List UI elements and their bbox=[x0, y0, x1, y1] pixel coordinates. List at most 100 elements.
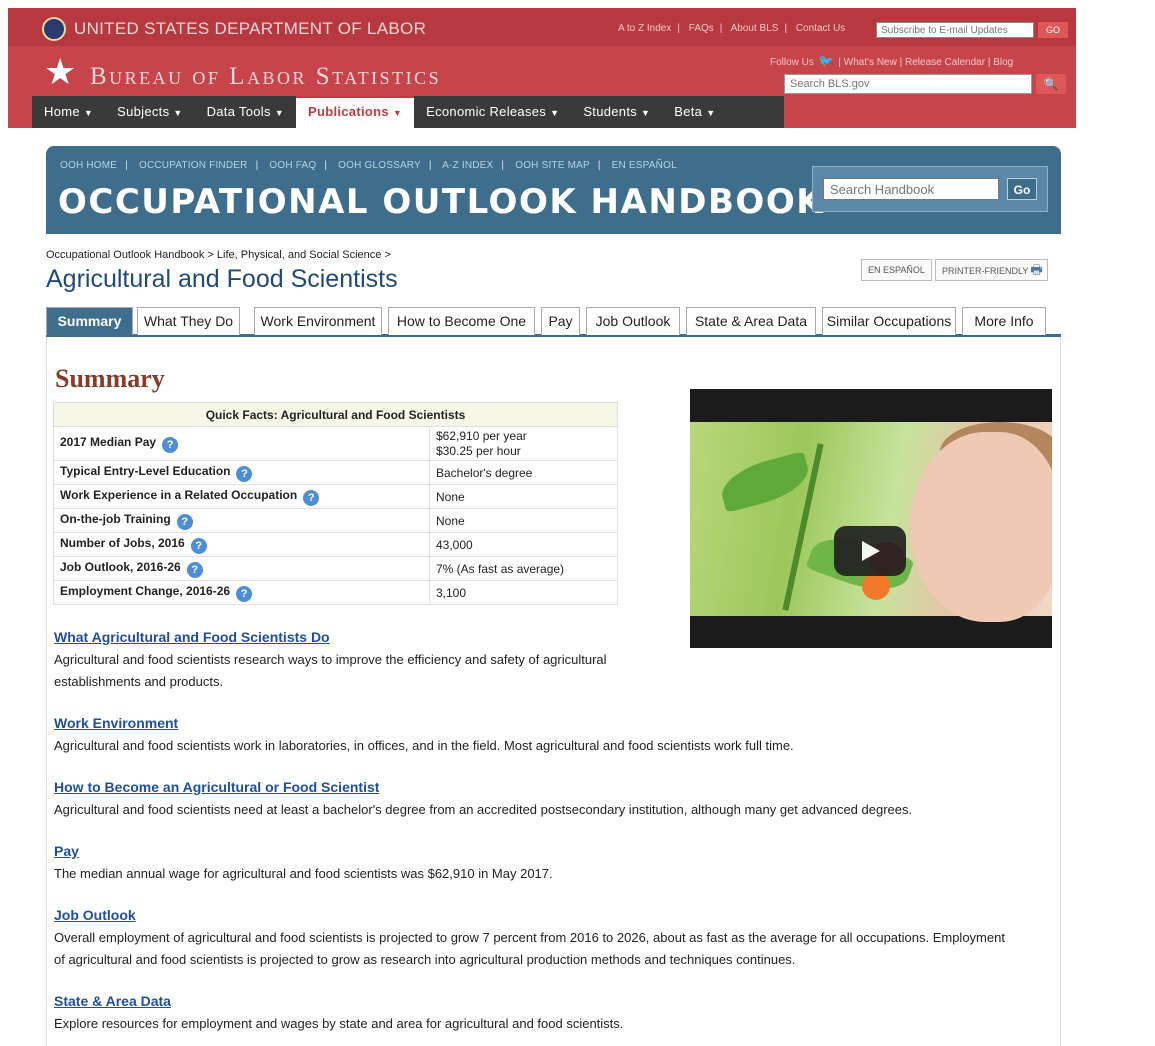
bls-search-button[interactable]: 🔍 bbox=[1036, 74, 1066, 94]
nav-beta[interactable]: Beta ▼ bbox=[662, 96, 727, 128]
help-icon[interactable]: ? bbox=[162, 436, 179, 453]
ooh-link-glossary[interactable]: OOH GLOSSARY bbox=[338, 160, 421, 171]
bls-star-logo-icon[interactable]: ★ bbox=[44, 54, 76, 90]
table-row: Number of Jobs, 2016? 43,000 bbox=[53, 532, 618, 557]
ooh-banner: OOH HOME | OCCUPATION FINDER | OOH FAQ | OO… bbox=[46, 146, 1061, 234]
fact-label: 2017 Median Pay? bbox=[53, 426, 430, 461]
ooh-link-occupation-finder[interactable]: OCCUPATION FINDER bbox=[139, 160, 248, 171]
handbook-go-button[interactable]: Go bbox=[1007, 178, 1037, 200]
bls-title[interactable]: Bureau of Labor Statistics bbox=[90, 63, 441, 91]
help-icon[interactable]: ? bbox=[236, 465, 253, 482]
table-row: Job Outlook, 2016-26? 7% (As fast as ave… bbox=[53, 556, 618, 581]
help-icon[interactable]: ? bbox=[190, 537, 207, 554]
video-player[interactable] bbox=[690, 389, 1052, 648]
breadcrumb[interactable]: Occupational Outlook Handbook > Life, Ph… bbox=[46, 249, 391, 261]
video-thumbnail bbox=[690, 422, 1052, 622]
fact-label: Employment Change, 2016-26? bbox=[53, 580, 430, 605]
handbook-search-input[interactable] bbox=[823, 178, 999, 200]
ooh-link-faq[interactable]: OOH FAQ bbox=[269, 160, 316, 171]
en-espanol-button[interactable]: EN ESPAÑOL bbox=[861, 259, 932, 281]
release-calendar-link[interactable]: Release Calendar bbox=[905, 57, 985, 68]
ooh-title[interactable]: OCCUPATIONAL OUTLOOK HANDBOOK bbox=[58, 182, 824, 222]
fact-label: On-the-job Training? bbox=[53, 508, 430, 533]
nav-label: Subjects bbox=[117, 104, 170, 119]
nav-home[interactable]: Home ▼ bbox=[32, 96, 105, 128]
nav-label: Publications bbox=[308, 104, 389, 119]
bls-search-input[interactable] bbox=[784, 74, 1032, 94]
nav-data-tools[interactable]: Data Tools ▼ bbox=[195, 96, 296, 128]
ooh-link-espanol[interactable]: EN ESPAÑOL bbox=[612, 160, 677, 171]
twitter-icon[interactable]: 🐦 bbox=[819, 54, 834, 68]
follow-us-link[interactable]: Follow Us bbox=[770, 57, 814, 68]
whats-new-link[interactable]: What's New bbox=[844, 57, 897, 68]
tab-summary[interactable]: Summary bbox=[46, 307, 133, 335]
help-icon[interactable]: ? bbox=[236, 585, 253, 602]
util-link-about[interactable]: About BLS bbox=[731, 23, 779, 34]
section-text: Agricultural and food scientists work in… bbox=[54, 738, 794, 753]
tab-similar-occupations[interactable]: Similar Occupations bbox=[822, 307, 956, 335]
nav-label: Beta bbox=[674, 104, 703, 119]
caret-down-icon: ▼ bbox=[173, 108, 183, 118]
section-work-environment: Work Environment Agricultural and food s… bbox=[54, 715, 1014, 757]
util-link-contact[interactable]: Contact Us bbox=[796, 23, 845, 34]
section-link[interactable]: What Agricultural and Food Scientists Do bbox=[54, 629, 1014, 645]
util-link-a-z[interactable]: A to Z Index bbox=[618, 23, 671, 34]
section-text: Explore resources for employment and wag… bbox=[54, 1016, 624, 1031]
play-icon[interactable] bbox=[834, 526, 906, 576]
email-go-button[interactable]: GO bbox=[1038, 22, 1068, 38]
caret-down-icon: ▼ bbox=[550, 108, 560, 118]
fact-value: None bbox=[429, 508, 618, 533]
nav-subjects[interactable]: Subjects ▼ bbox=[105, 96, 194, 128]
tab-state-area-data[interactable]: State & Area Data bbox=[686, 307, 816, 335]
help-icon[interactable]: ? bbox=[186, 561, 203, 578]
section-link[interactable]: Job Outlook bbox=[54, 907, 1014, 923]
section-what-they-do: What Agricultural and Food Scientists Do… bbox=[54, 629, 1014, 693]
fact-label-text: Employment Change, 2016-26 bbox=[60, 583, 231, 598]
section-link[interactable]: How to Become an Agricultural or Food Sc… bbox=[54, 779, 1014, 795]
section-job-outlook: Job Outlook Overall employment of agricu… bbox=[54, 907, 1014, 971]
utility-links: A to Z Index | FAQs | About BLS | Contact U… bbox=[618, 23, 846, 34]
help-icon[interactable]: ? bbox=[303, 489, 320, 506]
fact-value: 7% (As fast as average) bbox=[429, 556, 618, 581]
tab-more-info[interactable]: More Info bbox=[962, 307, 1046, 335]
follow-links: Follow Us 🐦 | What's New | Release Calen… bbox=[770, 54, 1014, 68]
printer-friendly-label: PRINTER-FRIENDLY bbox=[942, 266, 1029, 276]
ooh-link-site-map[interactable]: OOH SITE MAP bbox=[515, 160, 590, 171]
printer-friendly-button[interactable]: PRINTER-FRIENDLY 🖶 bbox=[935, 259, 1048, 281]
email-subscribe-input[interactable] bbox=[876, 22, 1034, 38]
table-row: On-the-job Training? None bbox=[53, 508, 618, 533]
nav-label: Data Tools bbox=[206, 104, 271, 119]
fact-label-text: Work Experience in a Related Occupation bbox=[60, 487, 298, 502]
tab-work-environment[interactable]: Work Environment bbox=[254, 307, 382, 335]
median-pay-year: $62,910 per year bbox=[436, 428, 527, 443]
section-text: The median annual wage for agricultural … bbox=[54, 866, 553, 881]
nav-publications[interactable]: Publications ▼ bbox=[296, 96, 415, 128]
section-text: Agricultural and food scientists need at… bbox=[54, 802, 913, 817]
tab-how-to-become-one[interactable]: How to Become One bbox=[388, 307, 535, 335]
caret-down-icon: ▼ bbox=[83, 108, 94, 118]
util-link-faqs[interactable]: FAQs bbox=[689, 23, 714, 34]
section-how-to-become: How to Become an Agricultural or Food Sc… bbox=[54, 779, 1014, 821]
tab-what-they-do[interactable]: What They Do bbox=[137, 307, 240, 335]
blog-link[interactable]: Blog bbox=[993, 57, 1013, 68]
tab-job-outlook[interactable]: Job Outlook bbox=[586, 307, 680, 335]
dol-seal-icon[interactable] bbox=[42, 17, 66, 41]
tab-pay[interactable]: Pay bbox=[541, 307, 580, 335]
quick-facts-table: Quick Facts: Agricultural and Food Scien… bbox=[53, 402, 618, 605]
dol-title[interactable]: UNITED STATES DEPARTMENT OF LABOR bbox=[74, 19, 426, 39]
nav-economic-releases[interactable]: Economic Releases ▼ bbox=[414, 96, 571, 128]
site-header: UNITED STATES DEPARTMENT OF LABOR A to Z… bbox=[8, 8, 1076, 128]
ooh-link-home[interactable]: OOH HOME bbox=[60, 160, 117, 171]
fact-value: $62,910 per year $30.25 per hour bbox=[429, 426, 618, 461]
nav-students[interactable]: Students ▼ bbox=[571, 96, 662, 128]
section-link[interactable]: Work Environment bbox=[54, 715, 1014, 731]
ooh-link-a-z-index[interactable]: A-Z INDEX bbox=[442, 160, 493, 171]
help-icon[interactable]: ? bbox=[176, 513, 193, 530]
summary-heading: Summary bbox=[55, 364, 165, 393]
fact-label-text: 2017 Median Pay bbox=[60, 434, 157, 449]
section-link[interactable]: State & Area Data bbox=[54, 993, 1014, 1009]
section-text: Overall employment of agricultural and f… bbox=[54, 930, 1005, 967]
caret-down-icon: ▼ bbox=[641, 108, 651, 118]
section-link[interactable]: Pay bbox=[54, 843, 1014, 859]
fact-value: 43,000 bbox=[429, 532, 618, 557]
